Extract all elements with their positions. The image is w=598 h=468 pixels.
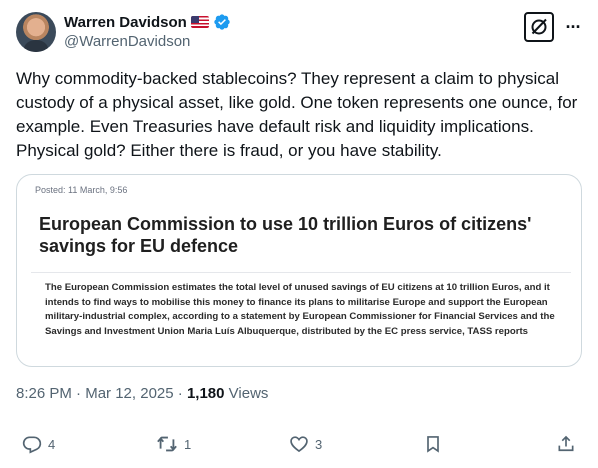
tweet-time[interactable]: 8:26 PM bbox=[16, 385, 72, 402]
tweet-meta: 8:26 PM · Mar 12, 2025 · 1,180 Views bbox=[16, 385, 268, 402]
meta-separator: · bbox=[76, 385, 82, 402]
repost-icon bbox=[157, 436, 177, 452]
share-button[interactable] bbox=[556, 430, 576, 458]
card-posted-date: Posted: 11 March, 9:56 bbox=[35, 185, 128, 195]
like-button[interactable]: 3 bbox=[289, 430, 322, 458]
share-icon bbox=[558, 435, 574, 452]
reply-count: 4 bbox=[48, 436, 56, 452]
repost-count: 1 bbox=[184, 436, 192, 452]
author-name-row: Warren Davidson bbox=[64, 12, 231, 32]
views-count: 1,180 bbox=[186, 385, 225, 402]
grok-icon bbox=[531, 18, 547, 35]
author-handle[interactable]: @WarrenDavidson bbox=[64, 33, 190, 50]
like-count: 3 bbox=[315, 436, 323, 452]
heart-icon bbox=[290, 436, 308, 453]
more-options-button[interactable]: ··· bbox=[562, 14, 584, 40]
repost-button[interactable]: 1 bbox=[156, 430, 191, 458]
reply-icon bbox=[22, 436, 42, 454]
action-bar: 4 1 3 bbox=[0, 430, 598, 458]
grok-button[interactable] bbox=[524, 12, 554, 42]
reply-button[interactable]: 4 bbox=[22, 430, 55, 458]
us-flag-icon bbox=[190, 16, 209, 28]
attached-image-card[interactable]: Posted: 11 March, 9:56 European Commissi… bbox=[16, 174, 582, 367]
meta-separator-2: · bbox=[177, 385, 183, 402]
views-label: Views bbox=[228, 385, 269, 402]
card-divider bbox=[31, 272, 571, 273]
verified-badge-icon bbox=[214, 14, 230, 30]
author-name[interactable]: Warren Davidson bbox=[64, 14, 187, 31]
bookmark-icon bbox=[427, 436, 439, 453]
avatar[interactable] bbox=[16, 12, 56, 52]
card-body-text: The European Commission estimates the to… bbox=[45, 282, 555, 337]
tweet-text: Why commodity-backed stablecoins? They r… bbox=[16, 69, 578, 160]
card-headline: European Commission to use 10 trillion E… bbox=[39, 214, 532, 256]
bookmark-button[interactable] bbox=[423, 430, 443, 458]
tweet-date[interactable]: Mar 12, 2025 bbox=[85, 385, 173, 402]
